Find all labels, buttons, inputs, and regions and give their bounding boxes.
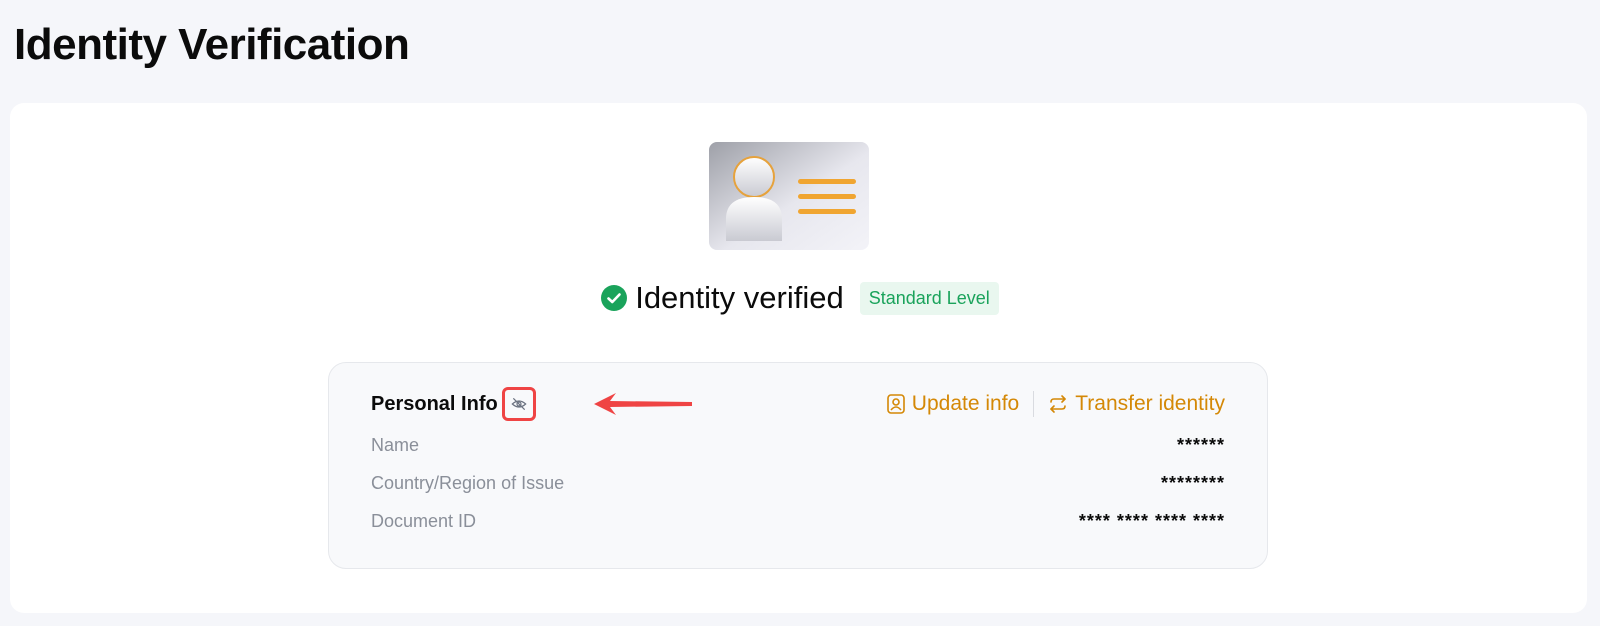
verification-status: Identity verified Standard Level [0, 280, 1600, 316]
transfer-identity-label: Transfer identity [1075, 392, 1225, 415]
level-badge: Standard Level [859, 281, 999, 315]
personal-info-actions: Update info Transfer identity [886, 391, 1225, 417]
info-row-country: Country/Region of Issue ******** [371, 473, 1225, 494]
transfer-icon [1050, 395, 1067, 413]
update-info-label: Update info [911, 392, 1020, 415]
update-info-button[interactable]: Update info [886, 392, 1020, 416]
personal-info-card: Personal Info Update info Transfer ident… [328, 362, 1268, 569]
transfer-identity-button[interactable]: Transfer identity [1048, 392, 1225, 416]
personal-info-title-group: Personal Info [371, 387, 692, 421]
annotation-arrow-icon [594, 393, 692, 415]
personal-info-title: Personal Info [371, 392, 498, 415]
info-value: ******** [1160, 473, 1225, 493]
id-card-illustration [709, 142, 869, 250]
page-title: Identity Verification [14, 20, 410, 69]
info-row-document-id: Document ID **** **** **** **** [371, 511, 1225, 532]
info-value: **** **** **** **** [1078, 511, 1225, 531]
info-row-name: Name ****** [371, 435, 1225, 456]
visibility-toggle-button[interactable] [501, 387, 536, 421]
personal-info-header: Personal Info Update info Transfer ident… [371, 387, 1225, 421]
check-circle-icon [601, 285, 628, 311]
info-label: Country/Region of Issue [371, 473, 565, 493]
eye-off-icon [511, 398, 527, 410]
user-card-icon [886, 394, 905, 414]
action-divider [1033, 391, 1035, 417]
info-value: ****** [1176, 435, 1225, 455]
status-text: Identity verified [635, 280, 844, 315]
info-label: Name [371, 435, 420, 455]
info-label: Document ID [371, 511, 477, 531]
